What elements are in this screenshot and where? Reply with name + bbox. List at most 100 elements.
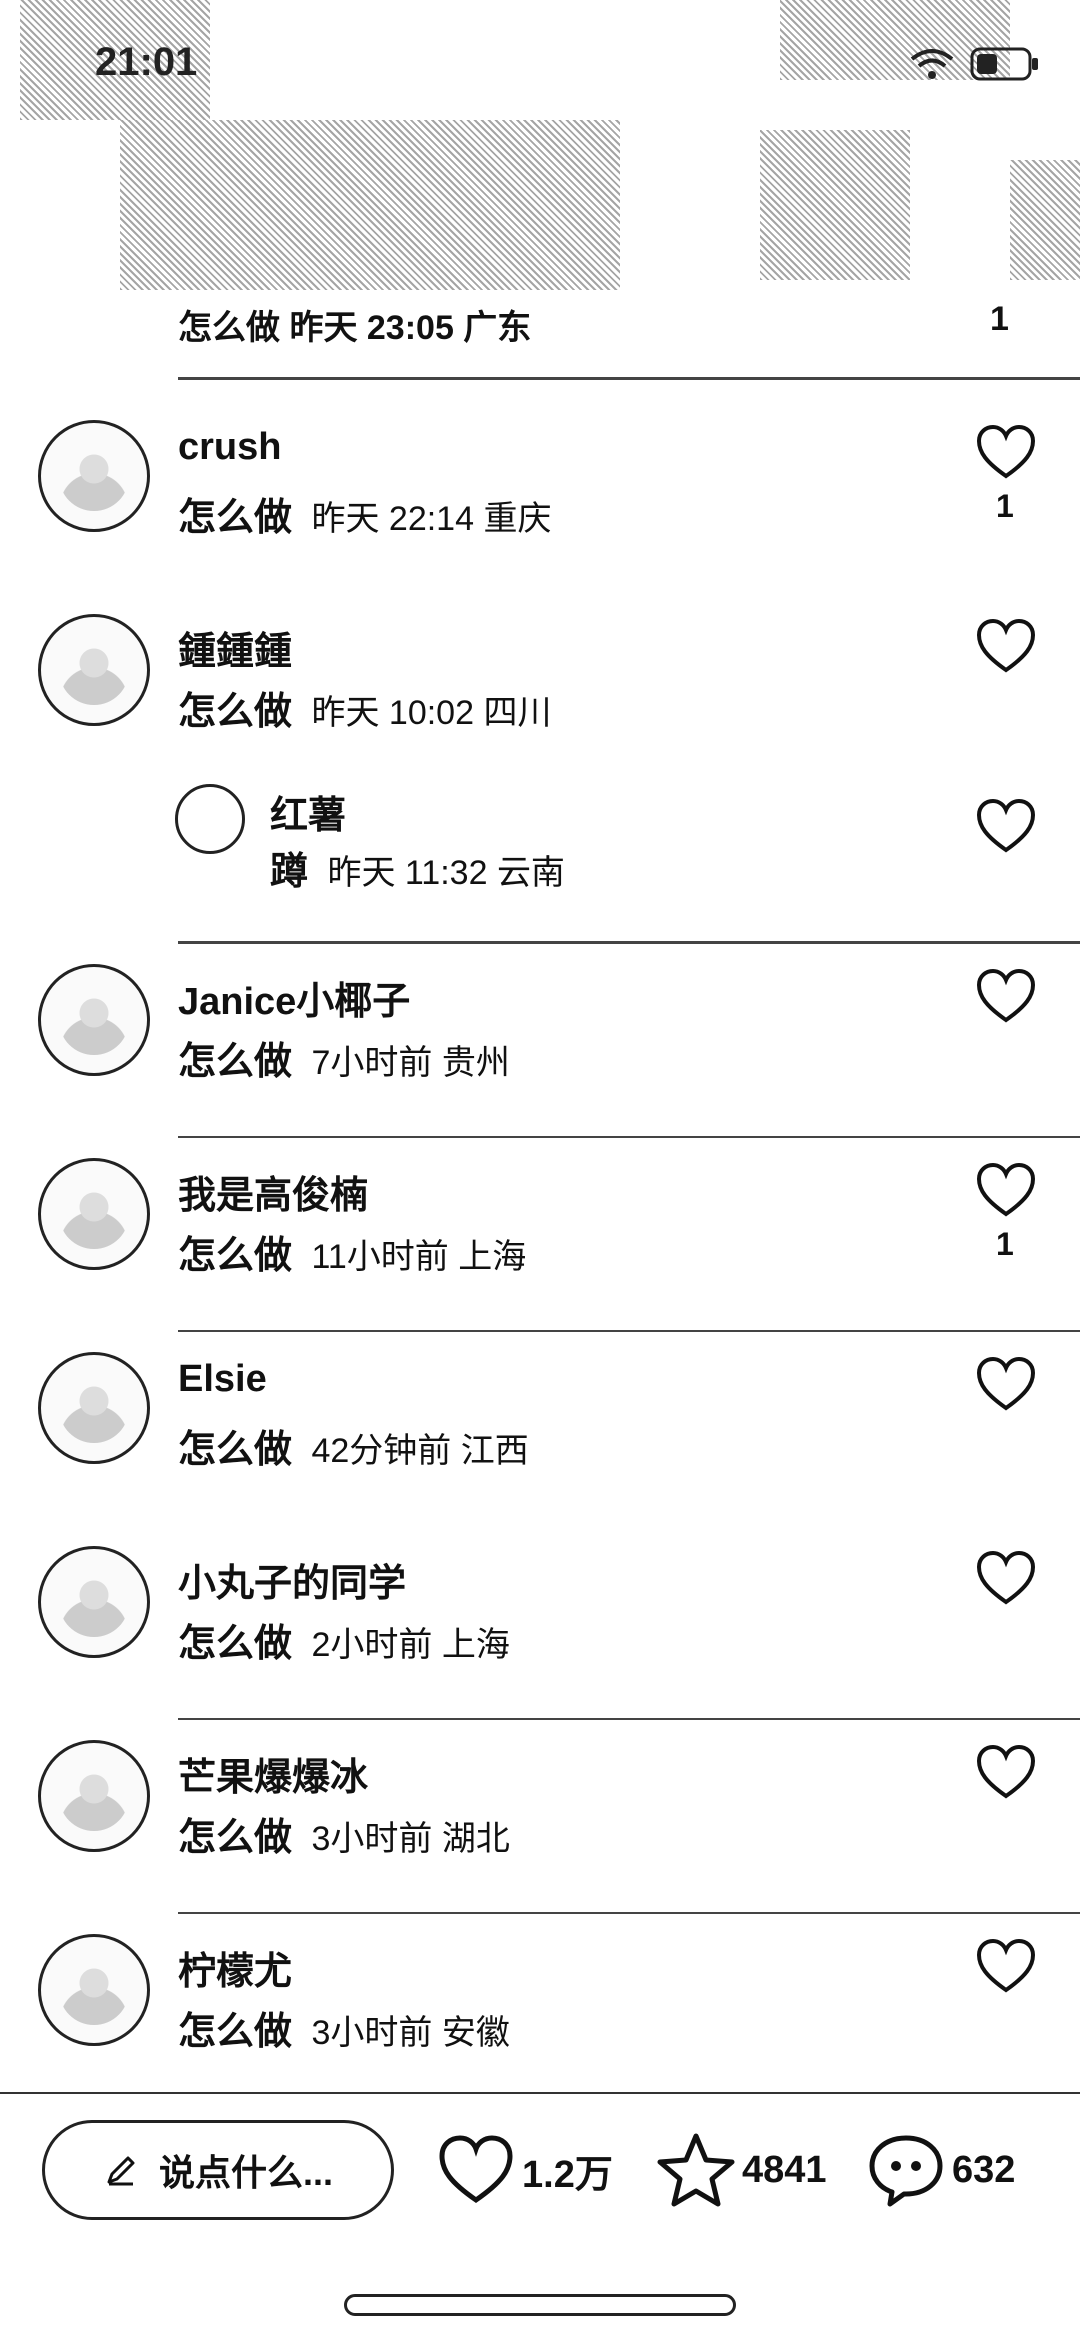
like-heart-icon[interactable] (976, 798, 1036, 854)
comment-text: 怎么做 (178, 691, 293, 733)
comment-region: 江西 (460, 1432, 529, 1470)
comment-time: 11小时前 (311, 1238, 449, 1276)
comment-input-placeholder: 说点什么... (158, 2152, 333, 2193)
like-heart-icon[interactable] (976, 1356, 1036, 1412)
comment-region: 上海 (458, 1238, 527, 1276)
commenter-name[interactable]: Elsie (178, 1358, 267, 1401)
comment-time: 昨天 10:02 (311, 694, 474, 732)
commenter-name[interactable]: Janice小椰子 (178, 970, 410, 1025)
comment-meta: 怎么做 3小时前 湖北 (178, 1806, 510, 1861)
comment-item[interactable]: 柠檬尤 怎么做 3小时前 安徽 (0, 1914, 1080, 2108)
comment-region: 贵州 (441, 1044, 510, 1082)
star-icon (657, 2133, 735, 2207)
like-heart-icon[interactable] (976, 1162, 1036, 1218)
blurred-image (120, 120, 620, 290)
commenter-name[interactable]: crush (178, 426, 281, 469)
status-time: 21:01 (95, 40, 198, 84)
reply-time: 昨天 11:32 (327, 854, 488, 892)
comment-meta: 怎么做 昨天 10:02 四川 (178, 680, 551, 735)
comment-region: 湖北 (441, 1820, 510, 1858)
avatar[interactable] (38, 1546, 150, 1658)
like-heart-icon[interactable] (976, 1550, 1036, 1606)
comment-item[interactable]: crush 怎么做 昨天 22:14 重庆 1 (0, 400, 1080, 594)
comment-time: 7小时前 (311, 1044, 433, 1082)
heart-icon (439, 2135, 513, 2204)
status-icons (910, 46, 1040, 82)
chat-bubble-icon (869, 2135, 943, 2207)
comment-time: 2小时前 (311, 1626, 433, 1664)
commenter-name[interactable]: 柠檬尤 (178, 1940, 292, 1995)
like-button[interactable]: 1.2万 (436, 2130, 613, 2210)
comment-item[interactable]: Janice小椰子 怎么做 7小时前 贵州 (0, 944, 1080, 1138)
top-comment-meta: 怎么做 昨天 23:05 广东 (178, 309, 532, 347)
comment-time: 3小时前 (311, 2014, 433, 2052)
wifi-icon (910, 49, 954, 79)
avatar[interactable] (38, 1740, 150, 1852)
reply-region: 云南 (496, 854, 565, 892)
comment-item[interactable]: 我是高俊楠 怎么做 11小时前 上海 1 (0, 1138, 1080, 1332)
comment-text: 怎么做 (178, 1623, 293, 1665)
header-area: 21:01 怎么做 昨天 23:05 广东 1 (0, 0, 1080, 370)
blurred-image (760, 130, 910, 280)
comment-list: crush 怎么做 昨天 22:14 重庆 1 鍾鍾鍾 怎么做 昨天 10:02… (0, 400, 1080, 2108)
comment-text: 怎么做 (178, 2011, 293, 2053)
comment-item[interactable]: Elsie 怎么做 42分钟前 江西 (0, 1332, 1080, 1526)
comment-region: 四川 (483, 694, 552, 732)
avatar[interactable] (38, 964, 150, 1076)
comment-text: 怎么做 (178, 1041, 293, 1083)
comment-text: 怎么做 (178, 1817, 293, 1859)
comment-region: 重庆 (483, 500, 552, 538)
like-heart-icon[interactable] (976, 1744, 1036, 1800)
reply-meta: 蹲 昨天 11:32 云南 (270, 840, 565, 895)
comment-item[interactable]: 芒果爆爆冰 怎么做 3小时前 湖北 (0, 1720, 1080, 1914)
top-comment-like-count: 1 (990, 300, 1009, 338)
comment-meta: 怎么做 7小时前 贵州 (178, 1030, 510, 1085)
comment-time: 42分钟前 (311, 1432, 452, 1470)
replier-name[interactable]: 红薯 (270, 784, 346, 839)
comment-text: 怎么做 (178, 1429, 293, 1471)
reply-text: 蹲 (270, 851, 309, 893)
divider (178, 377, 1080, 380)
like-heart-icon[interactable] (976, 424, 1036, 480)
comment-button[interactable]: 632 (866, 2130, 1015, 2210)
comment-text: 怎么做 (178, 1235, 293, 1277)
commenter-name[interactable]: 小丸子的同学 (178, 1552, 406, 1607)
comment-region: 上海 (441, 1626, 510, 1664)
like-heart-icon[interactable] (976, 618, 1036, 674)
comment-meta: 怎么做 2小时前 上海 (178, 1612, 510, 1667)
comment-item[interactable]: 鍾鍾鍾 怎么做 昨天 10:02 四川 (0, 594, 1080, 774)
like-heart-icon[interactable] (976, 1938, 1036, 1994)
comment-count: 632 (952, 2148, 1016, 2191)
reply-item[interactable]: 红薯 蹲 昨天 11:32 云南 (0, 774, 1080, 944)
like-heart-icon[interactable] (976, 968, 1036, 1024)
avatar[interactable] (38, 1934, 150, 2046)
comment-time: 昨天 22:14 (311, 500, 474, 538)
commenter-name[interactable]: 我是高俊楠 (178, 1164, 368, 1219)
like-count: 1.2万 (522, 2153, 613, 2196)
avatar[interactable] (38, 614, 150, 726)
avatar[interactable] (38, 1158, 150, 1270)
avatar[interactable] (175, 784, 245, 854)
favorite-button[interactable]: 4841 (656, 2130, 827, 2210)
battery-icon (970, 47, 1038, 81)
comment-meta: 怎么做 3小时前 安徽 (178, 2000, 510, 2055)
avatar[interactable] (38, 420, 150, 532)
comment-meta: 怎么做 42分钟前 江西 (178, 1418, 529, 1473)
comment-input[interactable]: 说点什么... (42, 2120, 394, 2220)
favorite-count: 4841 (742, 2148, 827, 2191)
comment-meta: 怎么做 昨天 22:14 重庆 (178, 486, 551, 541)
blurred-image (1010, 160, 1080, 280)
comment-time: 3小时前 (311, 1820, 433, 1858)
commenter-name[interactable]: 鍾鍾鍾 (178, 620, 292, 675)
avatar[interactable] (38, 1352, 150, 1464)
like-count: 1 (996, 488, 1014, 524)
comment-item[interactable]: 小丸子的同学 怎么做 2小时前 上海 (0, 1526, 1080, 1720)
comment-meta: 怎么做 11小时前 上海 (178, 1224, 526, 1279)
comment-text: 怎么做 (178, 497, 293, 539)
home-indicator[interactable] (344, 2294, 736, 2316)
like-count: 1 (996, 1226, 1014, 1262)
pencil-icon (107, 2156, 135, 2186)
comment-region: 安徽 (441, 2014, 510, 2052)
bottom-bar-divider (0, 2092, 1080, 2094)
commenter-name[interactable]: 芒果爆爆冰 (178, 1746, 368, 1801)
